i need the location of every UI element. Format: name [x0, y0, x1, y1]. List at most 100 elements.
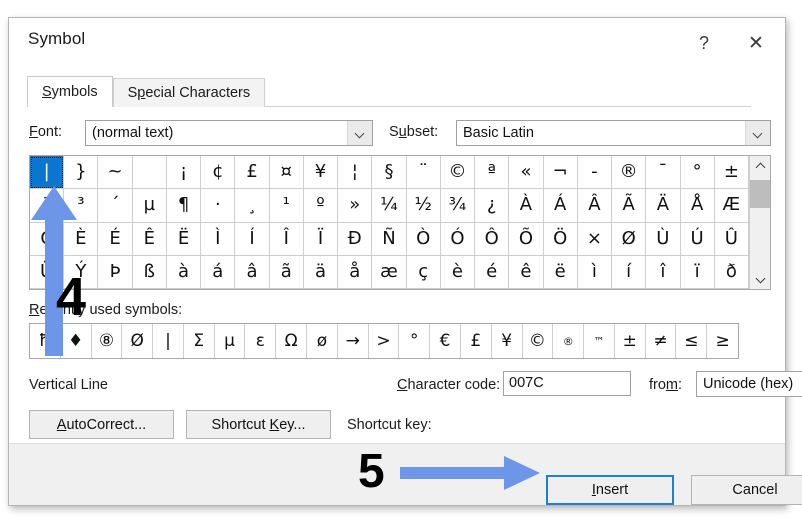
symbol-cell[interactable]: Å [680, 189, 715, 223]
scroll-up-icon[interactable] [750, 156, 770, 175]
symbol-cell[interactable]: É [98, 222, 133, 256]
scroll-down-icon[interactable] [750, 270, 770, 289]
symbol-cell[interactable]: Û [714, 222, 749, 256]
recent-symbol-cell[interactable]: μ [215, 324, 246, 358]
symbol-cell[interactable]: ª [475, 156, 510, 190]
symbol-cell[interactable]: µ [132, 189, 167, 223]
shortcut-key-button[interactable]: Shortcut Key... [186, 410, 331, 439]
symbol-cell[interactable]: Ì [201, 222, 236, 256]
symbol-cell[interactable]: Þ [98, 255, 133, 289]
recent-symbol-cell[interactable]: → [338, 324, 369, 358]
symbol-cell[interactable]: ï [680, 255, 715, 289]
symbol-cell[interactable] [132, 156, 167, 190]
font-combobox[interactable]: (normal text) [85, 120, 373, 146]
recent-symbol-cell[interactable]: ≤ [676, 324, 708, 358]
recent-symbol-cell[interactable]: ± [615, 324, 646, 358]
symbol-cell[interactable]: ¬ [543, 156, 578, 190]
recent-symbol-cell[interactable]: £ [461, 324, 492, 358]
symbol-cell[interactable]: } [64, 156, 99, 190]
symbol-cell[interactable]: á [201, 255, 236, 289]
from-combobox[interactable]: Unicode (hex) [696, 371, 802, 397]
symbol-cell[interactable]: » [338, 189, 373, 223]
symbol-cell[interactable]: ¿ [475, 189, 510, 223]
symbol-cell[interactable]: ¥ [303, 156, 339, 190]
tab-symbols[interactable]: Symbols [27, 76, 113, 108]
help-icon[interactable]: ? [681, 22, 727, 64]
symbol-cell[interactable]: Æ [714, 189, 749, 223]
symbol-cell[interactable]: Ú [680, 222, 715, 256]
symbol-cell[interactable]: × [577, 222, 613, 256]
symbol-cell[interactable]: Ä [646, 189, 681, 223]
symbol-cell[interactable]: ¹ [269, 189, 304, 223]
symbol-cell[interactable]: é [475, 255, 510, 289]
recent-symbol-cell[interactable]: > [369, 324, 400, 358]
symbol-cell[interactable]: ä [303, 255, 339, 289]
symbol-cell[interactable]: Ù [646, 222, 681, 256]
symbol-cell[interactable]: Ï [303, 222, 339, 256]
symbol-cell[interactable]: º [303, 189, 339, 223]
symbol-cell[interactable]: ã [269, 255, 304, 289]
symbol-cell[interactable]: ð [714, 255, 749, 289]
symbol-cell[interactable]: Ó [440, 222, 476, 256]
symbol-cell[interactable]: Ê [132, 222, 167, 256]
symbol-cell[interactable]: ¾ [440, 189, 476, 223]
symbol-cell[interactable]: ¢ [201, 156, 236, 190]
insert-button[interactable]: Insert [546, 475, 674, 505]
symbol-cell[interactable]: - [577, 156, 613, 190]
symbol-cell[interactable]: æ [372, 255, 407, 289]
recent-symbol-cell[interactable]: ° [399, 324, 431, 358]
recent-symbols-grid[interactable]: ħ ♦ ⑧ Ø | Σμ ε Ωø → > ° € £ ¥ © ® ™ ± ≠ ≤ ≥ [29, 323, 739, 359]
symbol-cell[interactable]: © [440, 156, 476, 190]
symbol-cell[interactable]: Ð [338, 222, 373, 256]
symbol-cell[interactable]: § [372, 156, 407, 190]
symbol-cell[interactable]: ¦ [338, 156, 373, 190]
symbol-cell[interactable]: í [612, 255, 647, 289]
symbol-cell[interactable]: ¡ [166, 156, 202, 190]
symbol-cell[interactable]: è [440, 255, 476, 289]
symbol-cell[interactable]: ½ [406, 189, 441, 223]
symbol-cell[interactable]: î [646, 255, 681, 289]
symbol-cell[interactable]: ì [577, 255, 613, 289]
recent-symbol-cell[interactable]: ™ [584, 324, 615, 358]
symbol-cell[interactable]: ¶ [166, 189, 202, 223]
symbol-cell[interactable]: Â [577, 189, 613, 223]
symbol-cell[interactable]: à [166, 255, 202, 289]
symbol-cell[interactable]: Í [235, 222, 270, 256]
symbol-cell[interactable]: ¤ [269, 156, 304, 190]
symbol-cell[interactable]: ¸ [235, 189, 270, 223]
recent-symbol-cell[interactable]: € [430, 324, 461, 358]
recent-symbol-cell[interactable]: Ω [276, 324, 308, 358]
symbol-cell[interactable]: ¼ [372, 189, 407, 223]
close-icon[interactable]: ✕ [733, 22, 779, 64]
recent-symbol-cell[interactable]: | [153, 324, 184, 358]
symbol-cell[interactable]: ç [406, 255, 441, 289]
symbol-cell[interactable]: À [509, 189, 544, 223]
recent-symbol-cell[interactable]: ε [245, 324, 277, 358]
recent-symbol-cell[interactable]: ® [553, 324, 585, 358]
symbol-cell[interactable]: ~ [98, 156, 133, 190]
recent-symbol-cell[interactable]: Σ [184, 324, 215, 358]
symbol-cell[interactable]: ¯ [646, 156, 681, 190]
recent-symbol-cell[interactable]: ≠ [646, 324, 677, 358]
symbol-cell[interactable]: Õ [509, 222, 544, 256]
symbol-cell[interactable]: ê [509, 255, 544, 289]
symbol-cell[interactable]: Ò [406, 222, 441, 256]
autocorrect-button[interactable]: AutoCorrect... [29, 410, 174, 439]
symbol-cell[interactable]: Ø [612, 222, 647, 256]
recent-symbol-cell[interactable]: Ø [122, 324, 154, 358]
symbol-cell[interactable]: ° [680, 156, 715, 190]
symbol-cell[interactable]: « [509, 156, 544, 190]
tab-special-characters[interactable]: Special Characters [112, 78, 266, 107]
subset-chevron-down-icon[interactable] [745, 121, 770, 145]
symbol-cell[interactable]: £ [235, 156, 270, 190]
symbol-cell[interactable]: · [201, 189, 236, 223]
symbol-cell[interactable]: ß [132, 255, 167, 289]
symbol-cell[interactable]: å [338, 255, 373, 289]
character-code-input[interactable]: 007C [503, 371, 631, 396]
recent-symbol-cell[interactable]: ⑧ [92, 324, 123, 358]
recent-symbol-cell[interactable]: © [523, 324, 554, 358]
symbol-grid-scrollbar[interactable] [749, 156, 770, 289]
symbol-cell[interactable]: ë [543, 255, 578, 289]
selected-symbol-cell[interactable]: | [30, 156, 65, 190]
symbol-cell[interactable]: â [235, 255, 270, 289]
